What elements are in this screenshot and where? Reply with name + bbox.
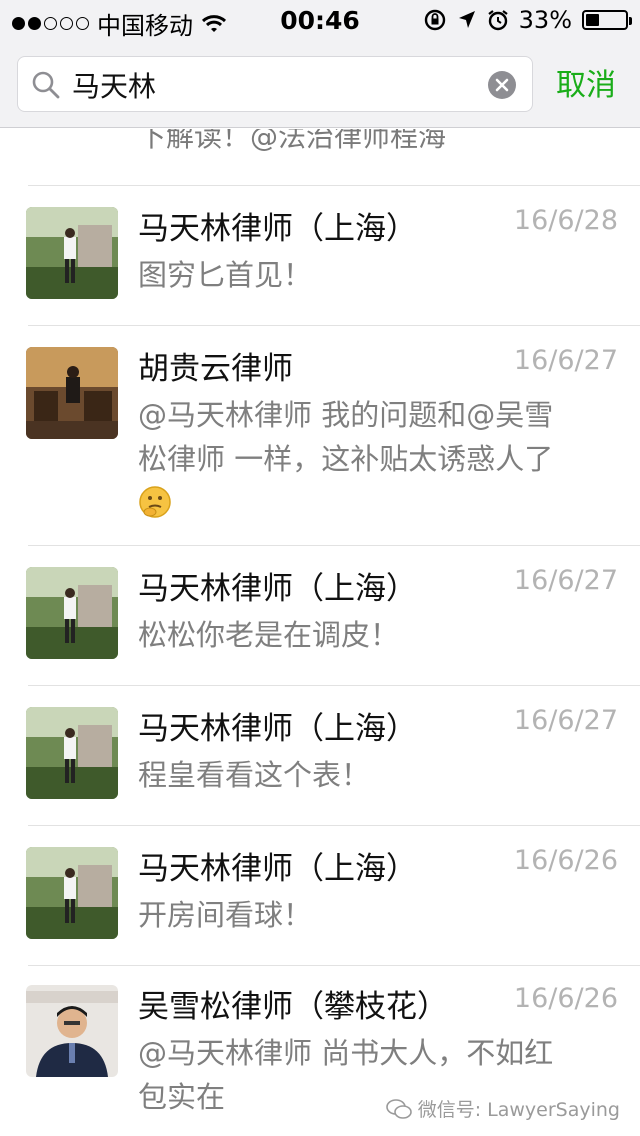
avatar xyxy=(26,207,118,299)
search-box[interactable] xyxy=(17,56,533,112)
partial-list-item-text: 下解读！@法治律师程海 xyxy=(138,129,447,153)
message-date: 16/6/26 xyxy=(513,845,618,876)
clear-search-icon[interactable] xyxy=(488,71,516,99)
message-preview: 松松你老是在调皮！ xyxy=(138,618,400,652)
contact-name: 马天林律师（上海） xyxy=(138,851,417,887)
avatar xyxy=(26,985,118,1077)
message-date: 16/6/27 xyxy=(513,705,618,736)
search-header: 取消 xyxy=(0,40,640,128)
contact-name: 胡贵云律师 xyxy=(138,351,293,387)
divider xyxy=(28,325,640,326)
battery-icon xyxy=(582,10,632,30)
watermark-text: 微信号: LawyerSaying xyxy=(417,1099,620,1121)
divider xyxy=(28,825,640,826)
search-results-list[interactable]: 下解读！@法治律师程海 马天林律师（上海） 16/6/28 图穷匕首见！ 胡贵云… xyxy=(0,129,640,1136)
message-preview: 开房间看球！ xyxy=(138,898,313,932)
contact-name: 吴雪松律师（攀枝花） xyxy=(138,989,448,1025)
battery-percentage: 33% xyxy=(518,6,572,34)
wechat-logo-icon xyxy=(385,1098,412,1119)
message-date: 16/6/27 xyxy=(513,345,618,376)
alarm-icon xyxy=(487,10,508,31)
rotation-lock-icon xyxy=(424,9,445,31)
message-date: 16/6/26 xyxy=(513,983,618,1014)
battery-fill xyxy=(586,14,599,26)
message-preview: 程皇看看这个表！ xyxy=(138,758,371,792)
location-icon xyxy=(458,11,475,28)
message-preview: @马天林律师 我的问题和@吴雪松律师 一样，这补贴太诱惑人了 xyxy=(138,393,568,525)
divider xyxy=(28,965,640,966)
cancel-button[interactable]: 取消 xyxy=(556,60,616,104)
thinking-emoji-icon xyxy=(139,486,171,518)
avatar xyxy=(26,347,118,439)
contact-name: 马天林律师（上海） xyxy=(138,211,417,247)
avatar xyxy=(26,847,118,939)
status-bar: 中国移动 00:46 33% xyxy=(0,0,640,40)
avatar xyxy=(26,707,118,799)
search-icon xyxy=(32,71,60,99)
message-text: @马天林律师 我的问题和@吴雪松律师 一样，这补贴太诱惑人了 xyxy=(138,398,554,476)
divider xyxy=(28,545,640,546)
avatar xyxy=(26,567,118,659)
message-date: 16/6/27 xyxy=(513,565,618,596)
search-input[interactable] xyxy=(72,65,472,105)
message-date: 16/6/28 xyxy=(513,205,618,236)
message-preview: 图穷匕首见！ xyxy=(138,258,313,292)
contact-name: 马天林律师（上海） xyxy=(138,571,417,607)
divider xyxy=(28,185,640,186)
contact-name: 马天林律师（上海） xyxy=(138,711,417,747)
watermark: 微信号: LawyerSaying xyxy=(385,1095,620,1122)
divider xyxy=(28,685,640,686)
